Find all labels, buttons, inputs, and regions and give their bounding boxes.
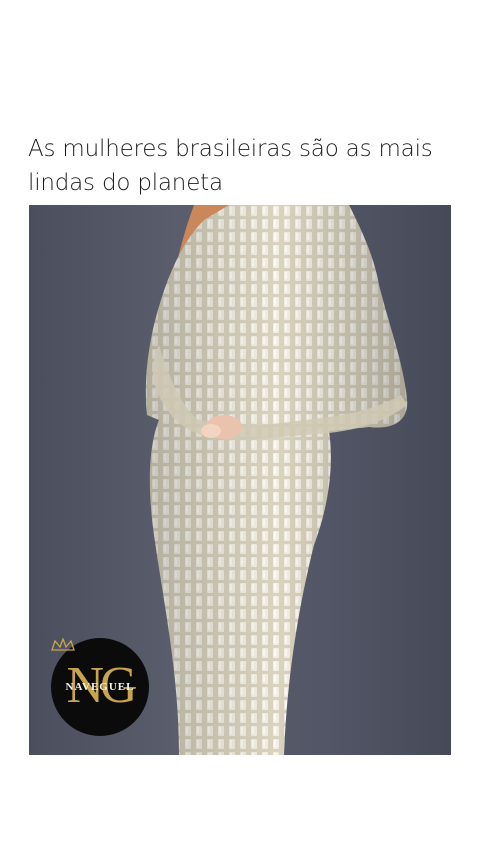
logo-brand-name: NAVEGUEL: [65, 681, 135, 693]
crown-icon: [51, 638, 75, 651]
post-caption: As mulheres brasileiras são as mais lind…: [28, 136, 433, 196]
post-photo[interactable]: NG NAVEGUEL: [29, 205, 451, 755]
brand-logo: NG NAVEGUEL: [51, 638, 149, 736]
